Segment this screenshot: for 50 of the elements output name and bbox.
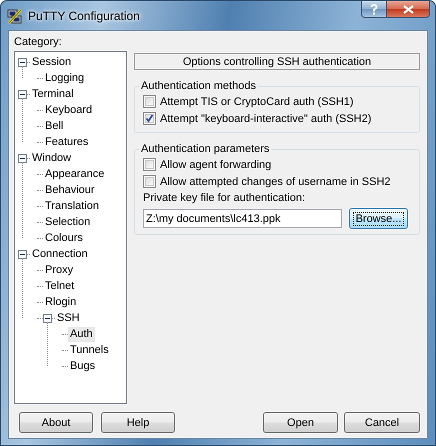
tree-item[interactable]: Connection xyxy=(30,246,90,262)
group-title: Authentication methods xyxy=(140,80,257,92)
tree-item[interactable]: Keyboard xyxy=(43,102,94,118)
tree-item[interactable]: Translation xyxy=(43,198,102,214)
tree-item[interactable]: Appearance xyxy=(43,166,106,182)
tree-item[interactable]: Tunnels xyxy=(68,342,111,358)
tree-item[interactable]: Behaviour xyxy=(43,182,97,198)
help-icon xyxy=(370,4,378,14)
panel-header: Options controlling SSH authentication xyxy=(134,53,420,70)
collapse-icon[interactable] xyxy=(18,58,27,66)
help-button[interactable] xyxy=(361,1,387,18)
checkbox-label: Attempt TIS or CryptoCard auth (SSH1) xyxy=(160,96,354,108)
tree-item[interactable]: Colours xyxy=(43,230,85,246)
category-label: Category: xyxy=(14,35,62,49)
tree-item[interactable]: Auth xyxy=(68,326,95,342)
dialog-button[interactable]: Open xyxy=(263,412,338,433)
tree-item[interactable]: Rlogin xyxy=(43,294,78,310)
checkbox-label: Attempt "keyboard-interactive" auth (SSH2) xyxy=(160,112,372,124)
dialog-button[interactable]: About xyxy=(19,412,93,433)
window-title: PuTTY Configuration xyxy=(28,8,140,22)
checkbox[interactable] xyxy=(143,175,156,188)
checkbox-label: Allow agent forwarding xyxy=(160,158,272,170)
checkbox[interactable] xyxy=(143,112,156,125)
tree-item[interactable]: Bell xyxy=(43,118,66,134)
tree-item[interactable]: Proxy xyxy=(43,262,76,278)
dialog-button[interactable]: Help xyxy=(101,412,175,433)
tree-item[interactable]: Telnet xyxy=(43,278,76,294)
tree-item[interactable]: Bugs xyxy=(68,358,98,374)
tree-item[interactable]: Window xyxy=(30,150,74,166)
field-label: Private key file for authentication: xyxy=(143,192,306,206)
tree-item[interactable]: Logging xyxy=(43,70,86,86)
tree-item[interactable]: Selection xyxy=(43,214,92,230)
tree-item[interactable]: Session xyxy=(30,54,74,70)
dialog-button[interactable]: Cancel xyxy=(344,412,420,433)
checkbox[interactable] xyxy=(143,158,156,171)
checkbox-label: Allow attempted changes of username in SSH2 xyxy=(160,176,391,188)
close-icon xyxy=(402,4,414,14)
checkbox[interactable] xyxy=(143,95,156,108)
collapse-icon[interactable] xyxy=(18,90,27,98)
input-field[interactable]: Z:\my documents\lc413.ppk xyxy=(143,209,342,228)
app-icon xyxy=(7,8,23,24)
close-button[interactable] xyxy=(387,1,430,18)
tree-item[interactable]: SSH xyxy=(55,310,82,326)
collapse-icon[interactable] xyxy=(18,250,27,258)
collapse-icon[interactable] xyxy=(43,314,52,322)
tree-item[interactable]: Terminal xyxy=(30,86,76,102)
browse-button[interactable]: Browse... xyxy=(349,208,408,229)
group-title: Authentication parameters xyxy=(140,143,270,155)
tree-item[interactable]: Features xyxy=(43,134,90,150)
collapse-icon[interactable] xyxy=(18,154,27,162)
